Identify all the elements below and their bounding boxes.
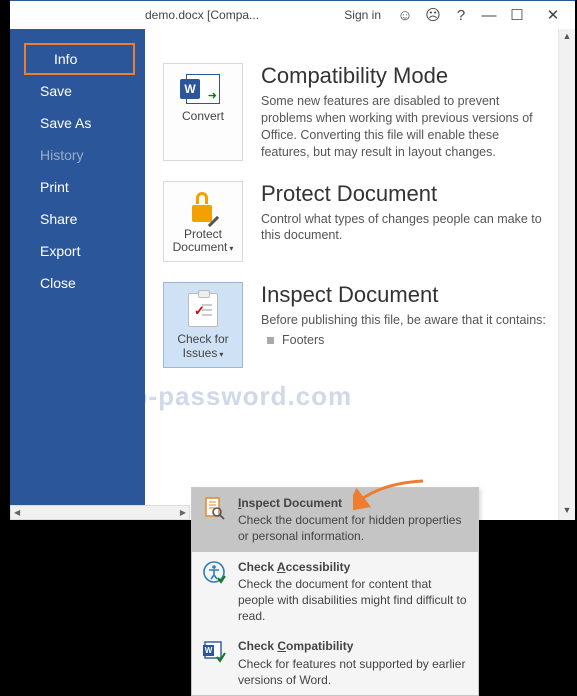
- word-file-backstage: demo.docx [Compa... Sign in ☺ ☹ ? — ☐ ✕ …: [10, 0, 575, 520]
- menu-inspect-document[interactable]: Inspect Document Check the document for …: [192, 488, 478, 552]
- sidebar-item-export[interactable]: Export: [10, 235, 145, 267]
- word-compat-icon: W: [202, 638, 228, 666]
- menu-item-desc: Check the document for content that peop…: [238, 576, 468, 625]
- scroll-left-icon[interactable]: ◀: [11, 508, 23, 517]
- convert-button-label: Convert: [182, 110, 224, 124]
- help-button[interactable]: ?: [447, 7, 475, 24]
- compat-desc: Some new features are disabled to preven…: [261, 93, 549, 161]
- vertical-scrollbar[interactable]: ▲ ▼: [558, 29, 575, 520]
- lock-icon: [188, 192, 218, 222]
- check-issues-menu: Inspect Document Check the document for …: [191, 487, 479, 696]
- word-convert-icon: ➜: [186, 74, 220, 104]
- document-search-icon: [202, 495, 228, 523]
- smiley-happy-icon[interactable]: ☺: [391, 7, 419, 24]
- protect-button-label: Protect Document▾: [168, 228, 238, 256]
- compat-heading: Compatibility Mode: [261, 63, 549, 89]
- menu-check-accessibility[interactable]: Check Accessibility Check the document f…: [192, 552, 478, 632]
- smiley-sad-icon[interactable]: ☹: [419, 6, 447, 24]
- inspect-bullet: Footers: [267, 333, 549, 347]
- sidebar-item-history[interactable]: History: [10, 139, 145, 171]
- sidebar-item-info[interactable]: Info: [24, 43, 135, 75]
- chevron-down-icon: ▾: [229, 244, 233, 253]
- sidebar-item-share[interactable]: Share: [10, 203, 145, 235]
- scroll-right-icon[interactable]: ▶: [177, 508, 189, 517]
- minimize-button[interactable]: —: [475, 7, 503, 24]
- clipboard-check-icon: ✓: [188, 293, 218, 327]
- sidebar-item-save[interactable]: Save: [10, 75, 145, 107]
- horizontal-scrollbar[interactable]: ◀ ▶: [10, 505, 190, 520]
- menu-item-title: Check Accessibility: [238, 559, 468, 575]
- svg-text:W: W: [205, 646, 213, 655]
- inspect-heading: Inspect Document: [261, 282, 549, 308]
- accessibility-icon: [202, 559, 228, 587]
- menu-item-title: Check Compatibility: [238, 638, 468, 654]
- menu-item-desc: Check for features not supported by earl…: [238, 656, 468, 688]
- sidebar-item-close[interactable]: Close: [10, 267, 145, 299]
- check-for-issues-button[interactable]: ✓ Check for Issues▾: [163, 282, 243, 368]
- close-button[interactable]: ✕: [531, 6, 575, 24]
- menu-check-compatibility[interactable]: W Check Compatibility Check for features…: [192, 631, 478, 695]
- check-button-label: Check for Issues▾: [168, 333, 238, 361]
- maximize-button[interactable]: ☐: [503, 6, 531, 24]
- protect-desc: Control what types of changes people can…: [261, 211, 549, 245]
- window-title: demo.docx [Compa...: [145, 8, 259, 22]
- sidebar-item-saveas[interactable]: Save As: [10, 107, 145, 139]
- inspect-desc: Before publishing this file, be aware th…: [261, 312, 549, 329]
- titlebar: demo.docx [Compa... Sign in ☺ ☹ ? — ☐ ✕: [10, 1, 575, 29]
- protect-document-button[interactable]: Protect Document▾: [163, 181, 243, 263]
- info-panel: ▲ ▼ top-password.com ➜ Convert Compatibi…: [145, 29, 575, 520]
- protect-heading: Protect Document: [261, 181, 549, 207]
- chevron-down-icon: ▾: [219, 350, 223, 359]
- signin-link[interactable]: Sign in: [344, 8, 381, 22]
- watermark-text: top-password.com: [145, 381, 352, 412]
- convert-button[interactable]: ➜ Convert: [163, 63, 243, 161]
- scroll-down-icon[interactable]: ▼: [559, 503, 575, 520]
- menu-item-desc: Check the document for hidden properties…: [238, 512, 468, 544]
- sidebar-item-print[interactable]: Print: [10, 171, 145, 203]
- menu-item-title: Inspect Document: [238, 495, 468, 511]
- file-menu-sidebar: Info Save Save As History Print Share Ex…: [10, 29, 145, 520]
- scroll-up-icon[interactable]: ▲: [559, 29, 575, 46]
